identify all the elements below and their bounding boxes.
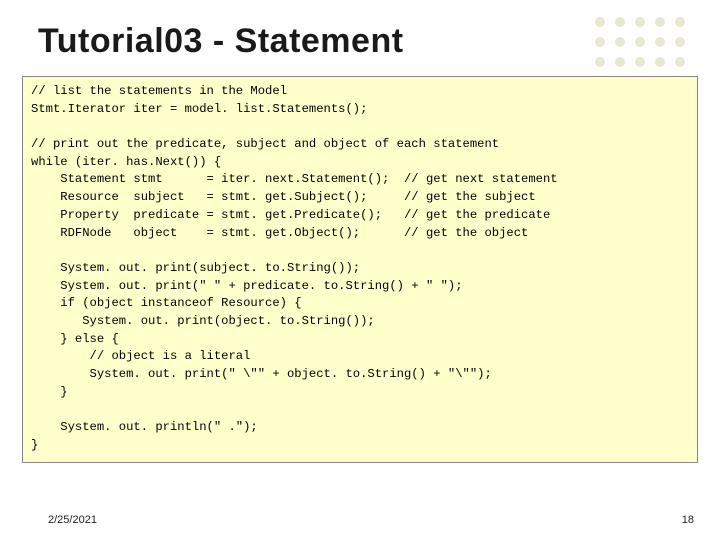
slide: Tutorial03 - Statement // list the state…	[0, 0, 720, 540]
footer-date: 2/25/2021	[48, 514, 97, 526]
slide-title: Tutorial03 - Statement	[38, 22, 404, 61]
code-block: // list the statements in the Model Stmt…	[22, 76, 698, 463]
footer-page-number: 18	[682, 514, 694, 526]
